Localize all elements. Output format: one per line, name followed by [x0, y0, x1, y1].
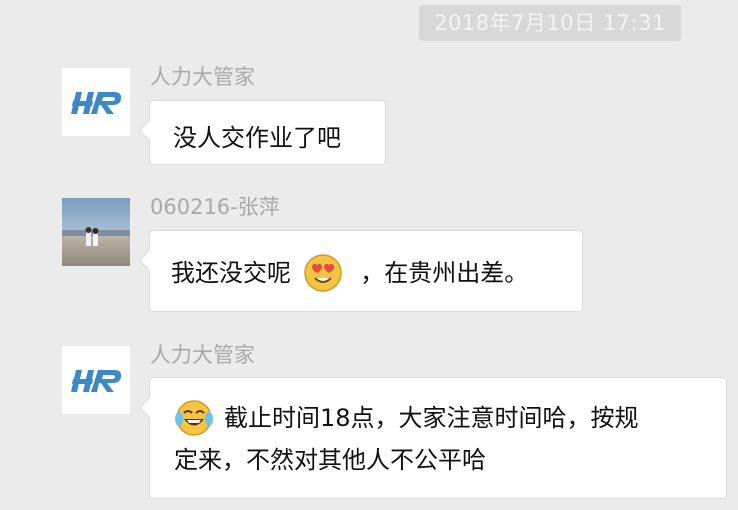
- message-text: ，在贵州出差。: [360, 259, 529, 287]
- sender-name: 人力大管家: [150, 65, 255, 89]
- message-bubble[interactable]: 截止时间18点，大家注意时间哈，按规 定来，不然对其他人不公平哈: [149, 377, 727, 499]
- message-text-line: 定来，不然对其他人不公平哈: [174, 446, 486, 474]
- avatar[interactable]: [62, 68, 130, 136]
- tears-of-joy-emoji: [175, 400, 213, 436]
- heart-eyes-emoji: [303, 254, 342, 292]
- message-text-line: 截止时间18点，大家注意时间哈，按规: [224, 404, 639, 432]
- message-text: 没人交作业了吧: [173, 124, 341, 152]
- avatar[interactable]: [62, 346, 130, 414]
- sender-name: 060216-张萍: [150, 195, 280, 219]
- timestamp-badge: 2018年7月10日 17:31: [419, 5, 681, 41]
- hr-logo-icon: [62, 68, 130, 136]
- message-text: 我还没交呢: [171, 259, 291, 287]
- message-bubble[interactable]: 没人交作业了吧: [149, 100, 386, 165]
- avatar[interactable]: [62, 198, 130, 266]
- sender-name: 人力大管家: [150, 343, 255, 367]
- message-bubble[interactable]: 我还没交呢 ，在贵州出差。: [149, 230, 583, 312]
- beach-photo-avatar: [62, 198, 130, 266]
- hr-logo-icon: [62, 346, 130, 414]
